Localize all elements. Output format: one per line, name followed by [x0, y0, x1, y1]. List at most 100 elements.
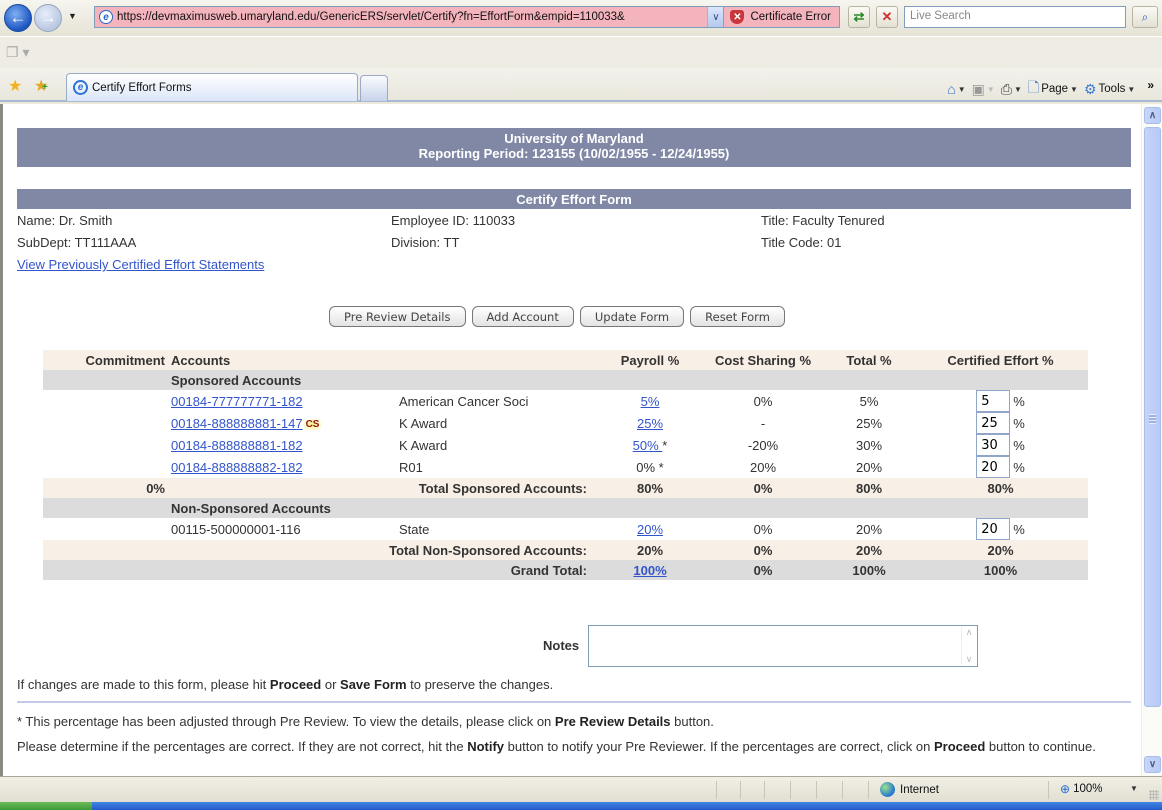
- security-zone[interactable]: Internet: [880, 782, 939, 797]
- message-text: button.: [670, 714, 714, 729]
- address-bar[interactable]: e https://devmaximusweb.umaryland.edu/Ge…: [94, 6, 840, 28]
- feeds-button[interactable]: ▣ ▼: [972, 81, 995, 98]
- resize-grip-icon[interactable]: [1149, 790, 1159, 800]
- start-button[interactable]: [0, 802, 92, 810]
- divider: [740, 781, 741, 799]
- payroll-total: 20%: [636, 542, 664, 558]
- page-icon: 🗋: [1027, 79, 1040, 95]
- grand-total-total: 100%: [852, 562, 886, 578]
- payroll-link[interactable]: 50%: [633, 438, 663, 453]
- page-viewport: University of Maryland Reporting Period:…: [0, 104, 1162, 776]
- message-text: button to continue.: [985, 739, 1096, 754]
- url-text[interactable]: https://devmaximusweb.umaryland.edu/Gene…: [117, 11, 707, 23]
- ie-logo-icon: e: [73, 80, 88, 95]
- certified-effort-input[interactable]: [976, 390, 1011, 412]
- add-favorites-icon[interactable]: ★ +: [34, 76, 48, 96]
- print-button[interactable]: ⎙ ▼: [1001, 81, 1022, 98]
- recent-pages-dropdown[interactable]: ▼: [68, 11, 77, 21]
- percent-suffix: %: [1013, 521, 1025, 537]
- vertical-scrollbar[interactable]: ∧ ∨: [1141, 104, 1162, 776]
- tools-menu-button[interactable]: ⚙ Tools ▼: [1084, 81, 1135, 98]
- page-menu-button[interactable]: 🗋 Page ▼: [1028, 77, 1078, 101]
- search-icon: ⌕: [1141, 9, 1149, 24]
- certificate-error-button[interactable]: ✕ Certificate Error: [723, 7, 839, 27]
- message-text: button to notify your Pre Reviewer. If t…: [504, 739, 934, 754]
- view-previous-statements-link[interactable]: View Previously Certified Effort Stateme…: [17, 257, 264, 272]
- chevron-up-icon: ∧: [1148, 110, 1157, 121]
- employee-id: Employee ID: 110033: [391, 213, 516, 228]
- more-chevron-icon[interactable]: »: [1147, 78, 1154, 92]
- reset-form-button[interactable]: Reset Form: [690, 306, 785, 327]
- cost-sharing-total: 0%: [753, 542, 773, 558]
- message-text: * This percentage has been adjusted thro…: [17, 714, 555, 729]
- scroll-up-button[interactable]: ∧: [1144, 107, 1161, 124]
- divider: [868, 781, 869, 799]
- stop-button[interactable]: ✕: [876, 6, 898, 28]
- grand-total-certified: 100%: [983, 562, 1018, 578]
- employee-name: Name: Dr. Smith: [17, 213, 113, 228]
- notes-scrollbar[interactable]: ∧ ∨: [961, 627, 976, 665]
- shield-error-icon: ✕: [730, 10, 745, 24]
- update-form-button[interactable]: Update Form: [579, 306, 685, 327]
- zoom-level-button[interactable]: ⊕ 100%: [1060, 782, 1102, 796]
- tab-bar: ★ ★ + e Certify Effort Forms ⌂ ▼ ▣ ▼ ⎙ ▼ 🗋 Pa…: [0, 68, 1162, 102]
- payroll-link[interactable]: 5%: [641, 394, 660, 409]
- search-button[interactable]: ⌕: [1132, 6, 1158, 28]
- effort-table: Commitment Accounts Payroll % Cost Shari…: [43, 350, 1088, 580]
- employee-division: Division: TT: [391, 235, 460, 250]
- payroll-link[interactable]: 20%: [637, 522, 663, 537]
- message-text: or: [321, 677, 341, 692]
- certified-effort-input[interactable]: [976, 456, 1011, 478]
- scroll-thumb[interactable]: [1144, 127, 1161, 707]
- divider: [816, 781, 817, 799]
- chevron-down-icon[interactable]: ▼: [1130, 784, 1138, 793]
- add-account-button[interactable]: Add Account: [471, 306, 574, 327]
- pre-review-details-button[interactable]: Pre Review Details: [329, 306, 466, 327]
- total-value: 25%: [855, 415, 883, 431]
- divider: [764, 781, 765, 799]
- arrow-right-icon: →: [39, 8, 57, 27]
- new-tab-button[interactable]: [360, 75, 388, 101]
- section-row-sponsored: Sponsored Accounts: [43, 370, 1088, 390]
- grand-total-payroll-link[interactable]: 100%: [633, 563, 666, 578]
- section-row-non-sponsored: Non-Sponsored Accounts: [43, 498, 1088, 518]
- cost-sharing-value: 0%: [753, 393, 773, 409]
- forward-button[interactable]: →: [34, 4, 62, 32]
- back-button[interactable]: ←: [4, 4, 32, 32]
- divider: [716, 781, 717, 799]
- divider: [790, 781, 791, 799]
- certified-effort-input[interactable]: [976, 412, 1011, 434]
- certified-effort-input[interactable]: [976, 434, 1011, 456]
- tab-certify-effort-forms[interactable]: e Certify Effort Forms: [66, 73, 358, 101]
- compatibility-view-icon[interactable]: ❐ ▾: [6, 44, 29, 61]
- col-header-commitment: Commitment: [85, 352, 165, 368]
- cost-sharing-badge[interactable]: CS: [303, 418, 322, 430]
- section-label: Sponsored Accounts: [171, 372, 302, 388]
- total-non-sponsored-row: Total Non-Sponsored Accounts: 20% 0% 20%…: [43, 540, 1088, 560]
- page-content: University of Maryland Reporting Period:…: [3, 104, 1141, 273]
- refresh-button[interactable]: ⇄: [848, 6, 870, 28]
- payroll-link[interactable]: 25%: [637, 416, 663, 431]
- rss-feed-icon: ▣: [971, 80, 985, 97]
- chevron-down-icon: ∨: [965, 654, 973, 664]
- payroll-value: 0% *: [636, 459, 664, 475]
- account-link[interactable]: 00184-888888881-182: [171, 438, 303, 453]
- account-description: K Award: [399, 415, 448, 431]
- cost-sharing-value: 20%: [749, 459, 777, 475]
- notes-textarea[interactable]: ∧ ∨: [588, 625, 978, 667]
- university-banner: University of Maryland Reporting Period:…: [17, 128, 1131, 167]
- url-dropdown-button[interactable]: ∨: [707, 7, 724, 27]
- tools-menu-label: Tools: [1098, 83, 1126, 95]
- col-header-cost-sharing: Cost Sharing %: [714, 352, 812, 368]
- favorites-star-icon[interactable]: ★: [8, 76, 22, 96]
- account-link[interactable]: 00184-888888881-147: [171, 416, 303, 431]
- account-link[interactable]: 00184-777777771-182: [171, 394, 303, 409]
- home-button[interactable]: ⌂ ▼: [947, 81, 965, 97]
- table-row: 00184-888888881-182 K Award 50% * -20% 3…: [43, 434, 1088, 456]
- commitment-total: 0%: [146, 480, 165, 496]
- search-input[interactable]: Live Search: [904, 6, 1126, 28]
- account-link[interactable]: 00184-888888882-182: [171, 460, 303, 475]
- scroll-down-button[interactable]: ∨: [1144, 756, 1161, 773]
- certified-effort-input[interactable]: [976, 518, 1011, 540]
- cost-sharing-value: -: [760, 415, 766, 431]
